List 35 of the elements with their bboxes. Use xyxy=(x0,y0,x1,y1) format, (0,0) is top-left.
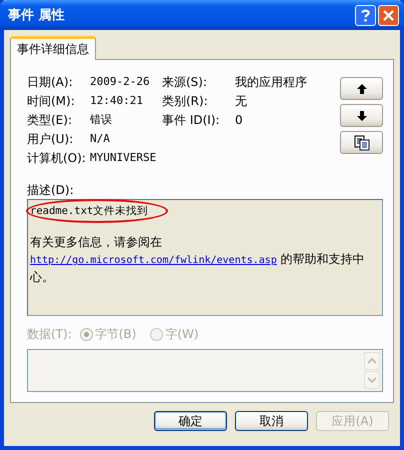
field-value: 0 xyxy=(235,112,244,128)
up-arrow-icon xyxy=(356,82,368,94)
close-button[interactable] xyxy=(378,4,399,26)
field-value: 无 xyxy=(235,93,248,109)
next-button[interactable] xyxy=(340,104,383,127)
field-label: 时间(M): xyxy=(27,93,76,109)
field-label: 事件 ID(I): xyxy=(162,112,221,128)
field-value: 我的应用程序 xyxy=(235,74,307,90)
field-value: N/A xyxy=(90,131,111,147)
field-label: 来源(S): xyxy=(162,74,208,90)
field-label: 类别(R): xyxy=(162,93,209,109)
copy-button[interactable] xyxy=(340,131,383,154)
field-value: MYUNIVERSE xyxy=(90,150,158,166)
field-label: 日期(A): xyxy=(27,74,74,90)
description-paragraph: 有关更多信息，请参阅在 http://go.microsoft.com/fwlink/events.asp 的帮助和支持中心。 xyxy=(30,234,366,286)
field-value: 错误 xyxy=(90,112,113,128)
help-button[interactable] xyxy=(355,4,376,26)
description-label: 描述(D): xyxy=(27,182,75,198)
up-chevron-icon xyxy=(367,358,377,364)
data-label: 数据(T): xyxy=(27,326,72,344)
previous-button[interactable] xyxy=(340,77,383,100)
field-label: 类型(E): xyxy=(27,112,73,128)
down-arrow-icon xyxy=(356,110,368,122)
window-title: 事件 属性 xyxy=(8,7,65,24)
dialog-button[interactable]: 取消 xyxy=(235,411,308,431)
field-value: 2009-2-26 xyxy=(90,74,151,90)
down-chevron-icon xyxy=(367,377,377,383)
tab[interactable]: 事件详细信息 xyxy=(10,36,96,60)
field-value: 12:40:21 xyxy=(90,93,144,109)
copy-icon xyxy=(354,134,370,150)
dialog-button[interactable]: 确定 xyxy=(154,411,227,431)
field-label: 计算机(O): xyxy=(27,150,87,166)
help-link[interactable]: http://go.microsoft.com/fwlink/events.asp xyxy=(30,255,277,266)
description-text: readme.txt文件未找到 xyxy=(30,205,148,217)
field-label: 用户(U): xyxy=(27,131,74,147)
